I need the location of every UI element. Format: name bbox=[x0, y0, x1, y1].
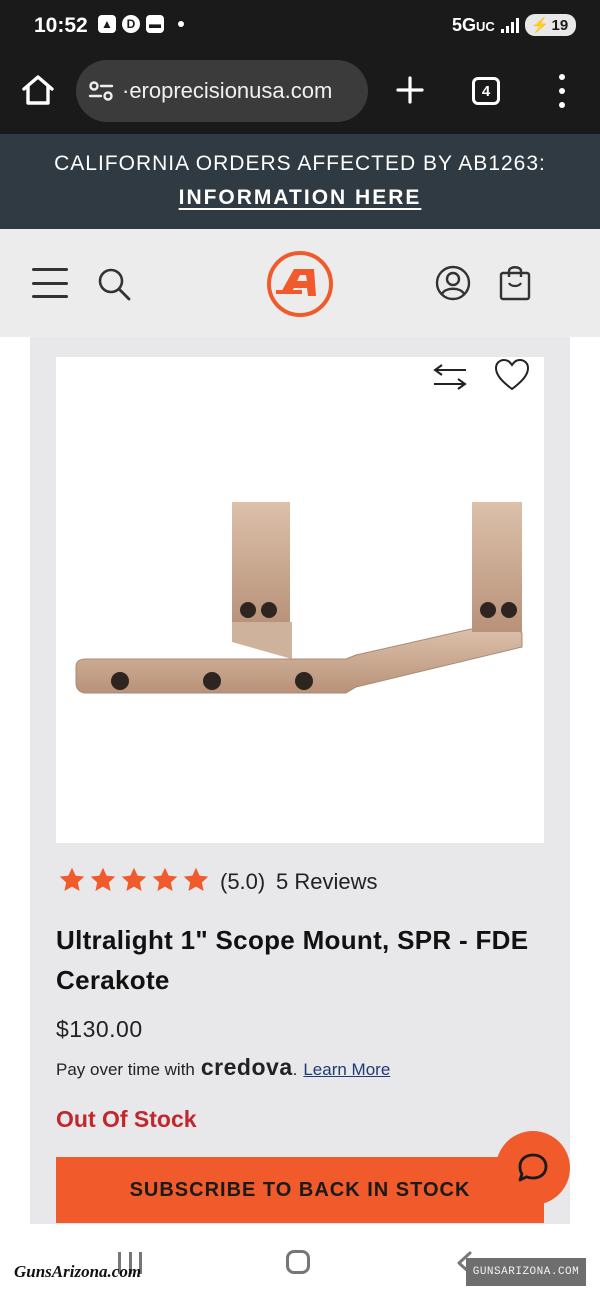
site-settings-icon[interactable] bbox=[88, 79, 114, 103]
tab-switcher-button[interactable]: 4 bbox=[472, 77, 500, 105]
reviews-link[interactable]: 5 Reviews bbox=[276, 869, 377, 895]
search-icon[interactable] bbox=[96, 266, 132, 302]
chat-button[interactable] bbox=[496, 1131, 570, 1205]
announcement-banner: CALIFORNIA ORDERS AFFECTED BY AB1263: IN… bbox=[0, 134, 600, 229]
subscribe-back-in-stock-button[interactable]: SUBSCRIBE TO BACK IN STOCK bbox=[56, 1157, 544, 1223]
status-time: 10:52 bbox=[34, 14, 88, 37]
scope-mount-illustration bbox=[75, 502, 523, 694]
shopping-bag-icon[interactable] bbox=[498, 262, 532, 302]
browser-menu-icon[interactable] bbox=[556, 74, 568, 108]
nav-home-icon[interactable] bbox=[286, 1250, 310, 1274]
banner-text: CALIFORNIA ORDERS AFFECTED BY AB1263: bbox=[54, 152, 546, 175]
financing-line: Pay over time with credova. Learn More bbox=[56, 1054, 390, 1081]
credova-logo: credova bbox=[200, 1054, 293, 1080]
star-icon bbox=[90, 867, 116, 891]
financing-text: Pay over time with bbox=[56, 1060, 195, 1079]
more-notifications-dot-icon bbox=[178, 21, 184, 27]
star-rating bbox=[58, 866, 210, 894]
product-price: $130.00 bbox=[56, 1016, 143, 1042]
url-bar[interactable]: ·eroprecisionusa.com bbox=[76, 60, 368, 122]
stock-status: Out Of Stock bbox=[56, 1106, 197, 1132]
star-icon bbox=[183, 867, 209, 891]
home-icon[interactable] bbox=[20, 72, 56, 108]
network-label: 5GUC bbox=[452, 14, 495, 35]
watermark-left: GunsArizona.com bbox=[14, 1262, 142, 1281]
learn-more-link[interactable]: Learn More bbox=[303, 1060, 390, 1080]
star-icon bbox=[59, 867, 85, 891]
new-tab-icon[interactable] bbox=[394, 74, 426, 106]
hamburger-menu-icon[interactable] bbox=[32, 268, 68, 298]
aero-precision-logo[interactable] bbox=[266, 250, 334, 318]
watermark-right: GUNSARIZONA.COM bbox=[466, 1258, 586, 1286]
signal-icon bbox=[500, 17, 519, 33]
product-title: Ultralight 1" Scope Mount, SPR - FDE Cer… bbox=[56, 925, 529, 995]
message-icon: ▬ bbox=[146, 15, 164, 33]
account-icon[interactable] bbox=[434, 264, 472, 302]
compare-icon[interactable] bbox=[430, 362, 470, 392]
notification-icons: ▲ D ▬ bbox=[98, 15, 184, 33]
product-image[interactable] bbox=[56, 357, 544, 843]
chat-bubble-icon bbox=[518, 1153, 548, 1182]
d-app-icon: D bbox=[122, 15, 140, 33]
home-notification-icon: ▲ bbox=[98, 15, 116, 33]
charging-icon: ⚡ bbox=[530, 17, 550, 34]
wishlist-heart-icon[interactable] bbox=[494, 358, 530, 392]
star-icon bbox=[121, 867, 147, 891]
rating-value: (5.0) bbox=[220, 869, 266, 894]
banner-link[interactable]: INFORMATION HERE bbox=[0, 186, 600, 210]
financing-period: . bbox=[292, 1060, 298, 1079]
url-text[interactable]: ·eroprecisionusa.com bbox=[122, 78, 332, 104]
status-right: 5GUC ⚡ 19 bbox=[452, 14, 577, 36]
battery-indicator: ⚡ 19 bbox=[524, 14, 577, 36]
star-icon bbox=[152, 867, 178, 891]
